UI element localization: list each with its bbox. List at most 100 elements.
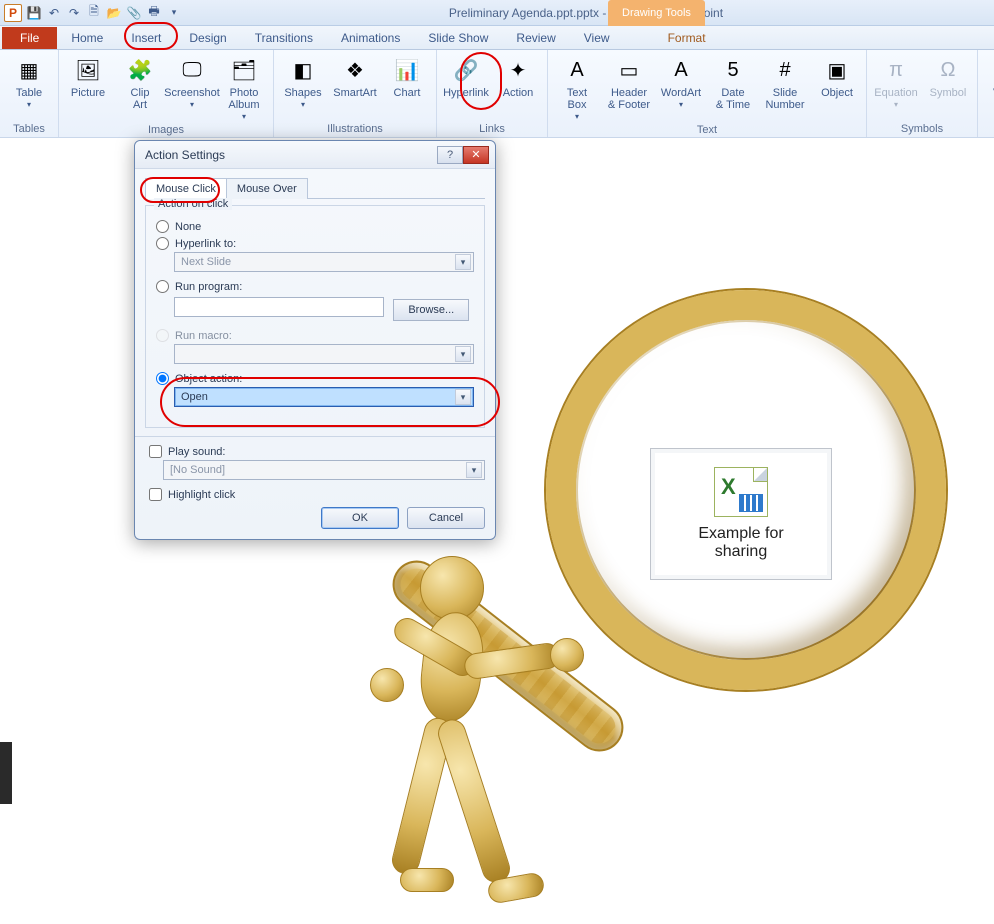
figure-head xyxy=(420,556,484,620)
ribbon-slide-number[interactable]: #SlideNumber xyxy=(760,52,810,122)
open-icon[interactable]: 📂 xyxy=(106,5,122,21)
check-highlight-click[interactable] xyxy=(149,488,162,501)
label-run-macro: Run macro: xyxy=(175,330,232,342)
chevron-down-icon[interactable]: ▾ xyxy=(466,462,482,478)
ribbon-label: ClipArt xyxy=(131,87,150,111)
smartart-icon: ❖ xyxy=(340,55,370,85)
embedded-excel-object[interactable]: Example for sharing xyxy=(650,448,832,580)
ribbon-chart[interactable]: 📊Chart xyxy=(382,52,432,110)
tab-review[interactable]: Review xyxy=(502,27,569,49)
chevron-down-icon: ▾ xyxy=(27,101,31,110)
gold-figure xyxy=(360,556,580,916)
label-none: None xyxy=(175,221,201,233)
group-links: 🔗Hyperlink✦Action Links xyxy=(437,50,548,137)
tab-design[interactable]: Design xyxy=(175,27,240,49)
ribbon-text-box[interactable]: ATextBox▾ xyxy=(552,52,602,122)
cancel-button[interactable]: Cancel xyxy=(407,507,485,529)
radio-run-program[interactable] xyxy=(156,280,169,293)
ribbon-object[interactable]: ▣Object xyxy=(812,52,862,110)
equation-icon: π xyxy=(881,55,911,85)
dialog-title: Action Settings xyxy=(145,148,225,162)
undo-icon[interactable]: ↶ xyxy=(46,5,62,21)
combo-object-action[interactable]: Open ▾ xyxy=(174,387,474,407)
ribbon-wordart[interactable]: AWordArt▾ xyxy=(656,52,706,110)
chevron-down-icon: ▾ xyxy=(301,101,305,110)
dialog-close-button[interactable]: ✕ xyxy=(463,146,489,164)
ribbon-hyperlink[interactable]: 🔗Hyperlink xyxy=(441,52,491,110)
chevron-down-icon: ▾ xyxy=(190,101,194,110)
ribbon-shapes[interactable]: ◧Shapes▾ xyxy=(278,52,328,110)
ribbon-label: Equation xyxy=(874,87,917,99)
ribbon-clip-art[interactable]: 🧩ClipArt xyxy=(115,52,165,122)
tab-transitions[interactable]: Transitions xyxy=(241,27,327,49)
figure-foot-left xyxy=(400,868,454,892)
radio-object-action[interactable] xyxy=(156,372,169,385)
table-icon: ▦ xyxy=(14,55,44,85)
app-icon[interactable]: P xyxy=(4,4,22,22)
ribbon: ▦Table▾Tables 🖼 Picture 🧩ClipArt 🖵 Screenshot… xyxy=(0,50,994,138)
window-title: Preliminary Agenda.ppt.pptx - Microsoft … xyxy=(182,6,990,20)
ribbon-label: SmartArt xyxy=(333,87,376,99)
ribbon-label: Picture xyxy=(71,87,105,99)
tab-view[interactable]: View xyxy=(570,27,624,49)
ribbon-video[interactable]: 🎞Video▾ xyxy=(982,52,994,110)
ribbon-label: Action xyxy=(503,87,534,99)
ribbon-header-footer[interactable]: ▭Header& Footer xyxy=(604,52,654,122)
text-box-icon: A xyxy=(562,55,592,85)
radio-hyperlink[interactable] xyxy=(156,237,169,250)
tab-insert[interactable]: Insert xyxy=(117,27,175,49)
combo-hyperlink[interactable]: Next Slide ▾ xyxy=(174,252,474,272)
group-label: Illustrations xyxy=(278,121,432,137)
group-label: Links xyxy=(441,121,543,137)
tab-format[interactable]: Format xyxy=(654,27,720,49)
chevron-down-icon[interactable]: ▾ xyxy=(455,389,471,405)
radio-none[interactable] xyxy=(156,220,169,233)
ribbon-label: Screenshot xyxy=(164,87,220,99)
dialog-help-button[interactable]: ? xyxy=(437,146,463,164)
save-icon[interactable]: 💾 xyxy=(26,5,42,21)
tab-animations[interactable]: Animations xyxy=(327,27,414,49)
chevron-down-icon: ▾ xyxy=(679,101,683,110)
slide-number-icon: # xyxy=(770,55,800,85)
redo-icon[interactable]: ↷ xyxy=(66,5,82,21)
ribbon-smartart[interactable]: ❖ SmartArt xyxy=(330,52,380,110)
new-icon[interactable]: 🗎 xyxy=(86,5,102,21)
ribbon-label: Date& Time xyxy=(716,87,750,111)
tab-mouse-over[interactable]: Mouse Over xyxy=(226,178,308,199)
dialog-titlebar[interactable]: Action Settings ? ✕ xyxy=(135,141,495,169)
attach-icon[interactable]: 📎 xyxy=(126,5,142,21)
chevron-down-icon: ▾ xyxy=(242,113,246,122)
check-play-sound[interactable] xyxy=(149,445,162,458)
tab-file[interactable]: File xyxy=(2,27,57,49)
header-footer-icon: ▭ xyxy=(614,55,644,85)
object-caption: Example for sharing xyxy=(698,525,783,562)
screenshot-icon: 🖵 xyxy=(177,55,207,85)
chevron-down-icon[interactable]: ▾ xyxy=(455,254,471,270)
browse-button[interactable]: Browse... xyxy=(393,299,469,321)
qat-more-icon[interactable]: ▾ xyxy=(166,5,182,21)
group-label: Media xyxy=(982,121,994,137)
symbol-icon: Ω xyxy=(933,55,963,85)
action-on-click-group: Action on click None Hyperlink to: Next … xyxy=(145,205,485,428)
tab-home[interactable]: Home xyxy=(57,27,117,49)
ribbon-table[interactable]: ▦Table▾ xyxy=(4,52,54,110)
combo-sound[interactable]: [No Sound] ▾ xyxy=(163,460,485,480)
input-run-program[interactable] xyxy=(174,297,384,317)
object-icon: ▣ xyxy=(822,55,852,85)
ribbon-date-time[interactable]: 5Date& Time xyxy=(708,52,758,122)
ribbon-picture[interactable]: 🖼 Picture xyxy=(63,52,113,110)
ribbon-action[interactable]: ✦Action xyxy=(493,52,543,110)
print-icon[interactable]: 🖶 xyxy=(146,5,162,21)
action-settings-dialog: Action Settings ? ✕ Mouse Click Mouse Ov… xyxy=(134,140,496,540)
group-label: Images xyxy=(63,122,269,138)
tab-slide-show[interactable]: Slide Show xyxy=(414,27,502,49)
ok-button[interactable]: OK xyxy=(321,507,399,529)
tab-mouse-click[interactable]: Mouse Click xyxy=(145,178,227,199)
ribbon-label: Chart xyxy=(394,87,421,99)
ribbon-screenshot[interactable]: 🖵 Screenshot ▾ xyxy=(167,52,217,110)
ribbon-photo-album[interactable]: 🗂PhotoAlbum▾ xyxy=(219,52,269,122)
dialog-tabs: Mouse Click Mouse Over xyxy=(145,177,485,199)
chevron-down-icon: ▾ xyxy=(894,101,898,110)
group-tables: ▦Table▾Tables xyxy=(0,50,59,137)
picture-icon: 🖼 xyxy=(73,55,103,85)
